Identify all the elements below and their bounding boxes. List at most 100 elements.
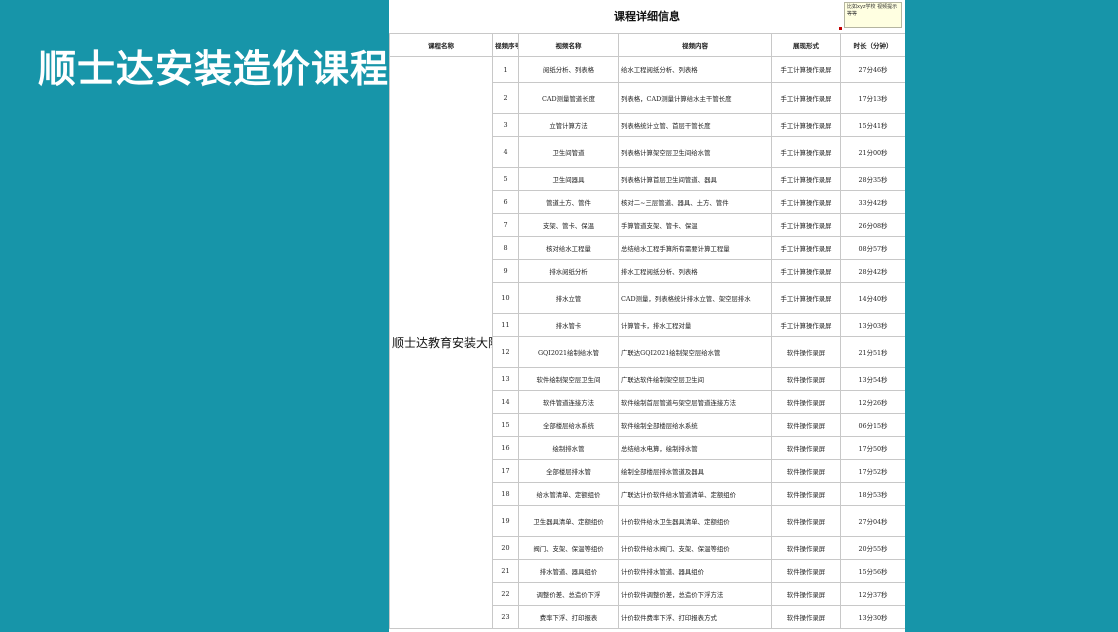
video-no-cell[interactable]: 13 [492,367,519,391]
video-name-cell[interactable]: 软件绘制架空层卫生间 [518,367,619,391]
video-name-cell[interactable]: 全部楼层给水系统 [518,413,619,437]
duration-cell[interactable]: 06分15秒 [840,413,905,437]
video-name-cell[interactable]: 立管计算方法 [518,113,619,137]
video-content-cell[interactable]: 给水工程阅纸分析、列表格 [618,56,772,83]
video-name-cell[interactable]: 排水管道、器具组价 [518,559,619,583]
duration-cell[interactable]: 21分00秒 [840,136,905,168]
duration-cell[interactable]: 13分54秒 [840,367,905,391]
video-name-cell[interactable]: GQI2021绘制给水管 [518,336,619,368]
video-no-cell[interactable]: 16 [492,436,519,460]
video-name-cell[interactable]: 排水阅纸分析 [518,259,619,283]
form-cell[interactable]: 软件操作录屏 [771,459,841,483]
video-no-cell[interactable]: 18 [492,482,519,506]
video-content-cell[interactable]: CAD测量，列表格统计排水立管、架空层排水 [618,282,772,314]
duration-cell[interactable]: 14分40秒 [840,282,905,314]
video-content-cell[interactable]: 列表格计算首层卫生间管道、器具 [618,167,772,191]
video-no-cell[interactable]: 22 [492,582,519,606]
video-no-cell[interactable]: 9 [492,259,519,283]
form-cell[interactable]: 手工计算操作录屏 [771,313,841,337]
duration-cell[interactable]: 12分37秒 [840,582,905,606]
video-content-cell[interactable]: 核对二~三层管道、器具、土方、管件 [618,190,772,214]
duration-cell[interactable]: 26分08秒 [840,213,905,237]
duration-cell[interactable]: 17分52秒 [840,459,905,483]
form-cell[interactable]: 手工计算操作录屏 [771,136,841,168]
video-no-cell[interactable]: 14 [492,390,519,414]
duration-cell[interactable]: 15分41秒 [840,113,905,137]
video-no-cell[interactable]: 10 [492,282,519,314]
form-cell[interactable]: 软件操作录屏 [771,482,841,506]
form-cell[interactable]: 软件操作录屏 [771,413,841,437]
video-no-cell[interactable]: 12 [492,336,519,368]
video-name-cell[interactable]: 支架、管卡、保温 [518,213,619,237]
video-name-cell[interactable]: 卫生间管道 [518,136,619,168]
video-content-cell[interactable]: 手算管道支架、管卡、保温 [618,213,772,237]
video-content-cell[interactable]: 排水工程阅纸分析、列表格 [618,259,772,283]
video-no-cell[interactable]: 5 [492,167,519,191]
video-content-cell[interactable]: 软件绘制首层管道与架空层管道连接方法 [618,390,772,414]
video-content-cell[interactable]: 广联达GQI2021绘制架空层给水管 [618,336,772,368]
duration-cell[interactable]: 15分56秒 [840,559,905,583]
duration-cell[interactable]: 27分46秒 [840,56,905,83]
form-cell[interactable]: 手工计算操作录屏 [771,56,841,83]
video-no-cell[interactable]: 2 [492,82,519,114]
video-name-cell[interactable]: 排水管卡 [518,313,619,337]
duration-cell[interactable]: 17分13秒 [840,82,905,114]
video-name-cell[interactable]: 全部楼层排水管 [518,459,619,483]
form-cell[interactable]: 软件操作录屏 [771,582,841,606]
form-cell[interactable]: 手工计算操作录屏 [771,167,841,191]
duration-cell[interactable]: 08分57秒 [840,236,905,260]
duration-cell[interactable]: 12分26秒 [840,390,905,414]
comment-marker[interactable] [839,27,842,30]
form-cell[interactable]: 软件操作录屏 [771,505,841,537]
video-no-cell[interactable]: 6 [492,190,519,214]
form-cell[interactable]: 手工计算操作录屏 [771,113,841,137]
video-content-cell[interactable]: 广联达计价软件给水管道清单、定额组价 [618,482,772,506]
duration-cell[interactable]: 21分51秒 [840,336,905,368]
form-cell[interactable]: 手工计算操作录屏 [771,190,841,214]
video-no-cell[interactable]: 19 [492,505,519,537]
video-name-cell[interactable]: 阅纸分析、列表格 [518,56,619,83]
form-cell[interactable]: 手工计算操作录屏 [771,82,841,114]
duration-cell[interactable]: 28分35秒 [840,167,905,191]
form-cell[interactable]: 手工计算操作录屏 [771,236,841,260]
video-name-cell[interactable]: 费率下浮、打印报表 [518,605,619,629]
video-name-cell[interactable]: 卫生间器具 [518,167,619,191]
duration-cell[interactable]: 13分30秒 [840,605,905,629]
video-no-cell[interactable]: 15 [492,413,519,437]
video-content-cell[interactable]: 总结给水工程手算所有需要计算工程量 [618,236,772,260]
duration-cell[interactable]: 13分03秒 [840,313,905,337]
video-content-cell[interactable]: 列表格，CAD测量计算给水主干管长度 [618,82,772,114]
video-no-cell[interactable]: 11 [492,313,519,337]
video-content-cell[interactable]: 计价软件调整价差，总造价下浮方法 [618,582,772,606]
video-no-cell[interactable]: 1 [492,56,519,83]
video-content-cell[interactable]: 计价软件给水阀门、支架、保温等组价 [618,536,772,560]
course-name-cell[interactable]: 顺士达教育安装大隐南漳给排水 [389,56,493,629]
duration-cell[interactable]: 17分50秒 [840,436,905,460]
duration-cell[interactable]: 33分42秒 [840,190,905,214]
video-no-cell[interactable]: 4 [492,136,519,168]
form-cell[interactable]: 软件操作录屏 [771,436,841,460]
video-content-cell[interactable]: 列表格计算架空层卫生间给水管 [618,136,772,168]
form-cell[interactable]: 软件操作录屏 [771,536,841,560]
form-cell[interactable]: 手工计算操作录屏 [771,282,841,314]
video-name-cell[interactable]: CAD测量管道长度 [518,82,619,114]
video-no-cell[interactable]: 7 [492,213,519,237]
video-no-cell[interactable]: 21 [492,559,519,583]
video-no-cell[interactable]: 23 [492,605,519,629]
duration-cell[interactable]: 27分04秒 [840,505,905,537]
video-content-cell[interactable]: 绘制全部楼层排水管道及器具 [618,459,772,483]
video-name-cell[interactable]: 软件管道连接方法 [518,390,619,414]
form-cell[interactable]: 手工计算操作录屏 [771,259,841,283]
form-cell[interactable]: 手工计算操作录屏 [771,213,841,237]
duration-cell[interactable]: 18分53秒 [840,482,905,506]
video-name-cell[interactable]: 排水立管 [518,282,619,314]
video-name-cell[interactable]: 给水管清单、定额组价 [518,482,619,506]
video-content-cell[interactable]: 总结给水电算，绘制排水管 [618,436,772,460]
video-no-cell[interactable]: 3 [492,113,519,137]
video-content-cell[interactable]: 列表格统计立管、首层干管长度 [618,113,772,137]
duration-cell[interactable]: 28分42秒 [840,259,905,283]
video-content-cell[interactable]: 计价软件排水管道、器具组价 [618,559,772,583]
form-cell[interactable]: 软件操作录屏 [771,390,841,414]
video-content-cell[interactable]: 软件绘制全部楼层给水系统 [618,413,772,437]
video-content-cell[interactable]: 计算管卡，排水工程对量 [618,313,772,337]
